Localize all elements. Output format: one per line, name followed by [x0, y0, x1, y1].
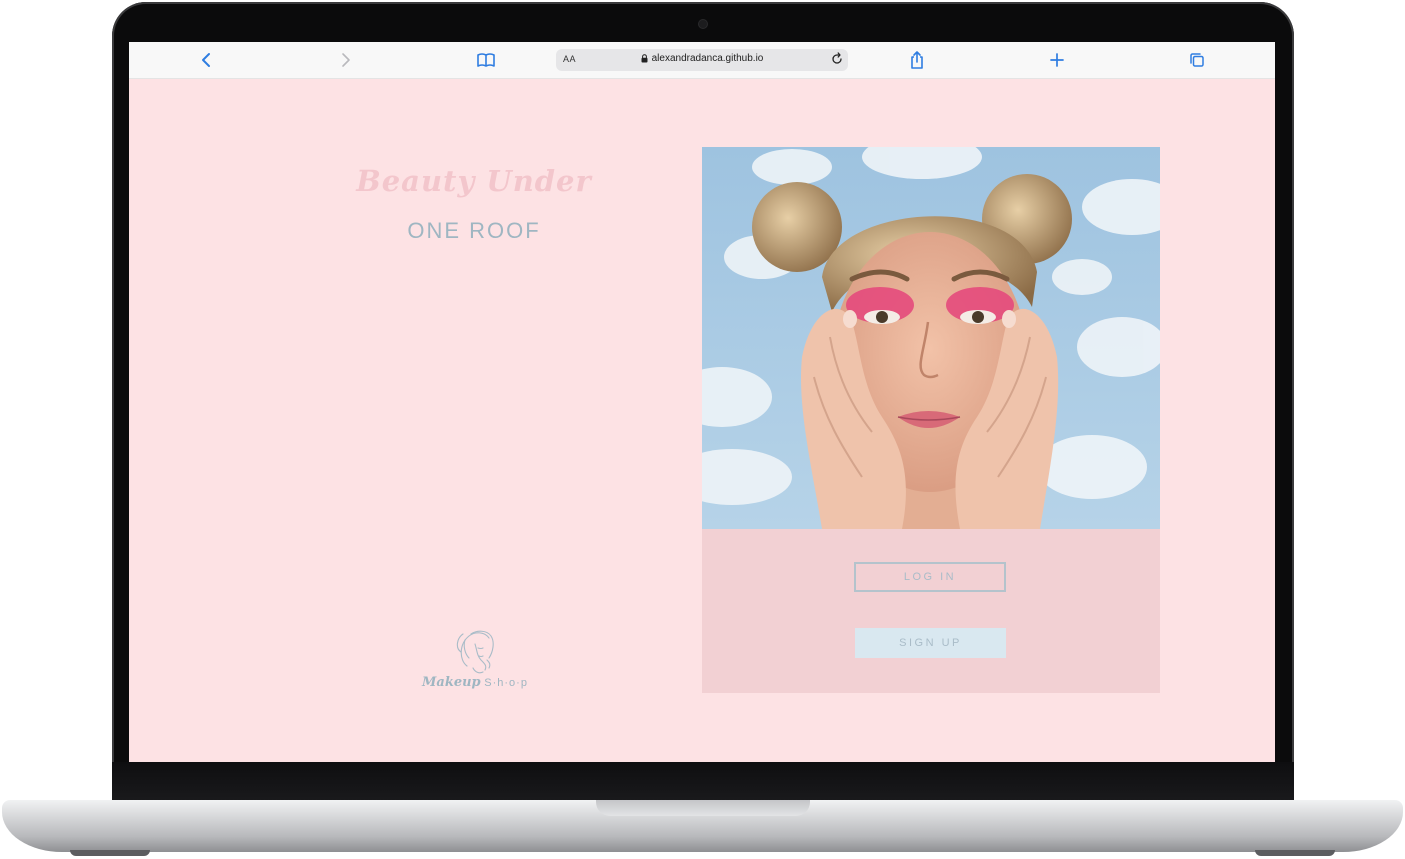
hero-subtitle: ONE ROOF	[407, 218, 541, 243]
url-text: alexandradanca.github.io	[651, 53, 764, 64]
tabs-overview-button[interactable]	[1185, 48, 1209, 72]
plus-icon	[1050, 53, 1064, 67]
bookmarks-button[interactable]	[474, 48, 498, 72]
logo-wordmark: Makeup S·h·o·p	[415, 674, 535, 690]
new-tab-button[interactable]	[1045, 48, 1069, 72]
hero-title: Beauty Under	[356, 164, 592, 198]
forward-button[interactable]	[334, 48, 358, 72]
model-portrait-image	[702, 147, 1160, 529]
signup-button[interactable]: SIGN UP	[855, 628, 1006, 658]
share-icon	[911, 51, 923, 69]
logo-word-shop: S·h·o·p	[484, 677, 528, 689]
lock-icon	[641, 54, 648, 63]
logo-word-makeup: Makeup	[422, 675, 481, 690]
share-button[interactable]	[905, 48, 929, 72]
book-icon	[477, 53, 495, 67]
auth-card: LOG IN SIGN UP	[702, 147, 1160, 693]
browser-toolbar: AA alexandradanca.github.io	[129, 42, 1275, 79]
hero-photo	[702, 147, 1160, 529]
url-display[interactable]: alexandradanca.github.io	[556, 53, 848, 64]
chevron-right-icon	[342, 53, 350, 67]
laptop-chin	[112, 762, 1294, 802]
makeup-shop-logo: Makeup S·h·o·p	[415, 626, 535, 696]
laptop-foot-right	[1255, 850, 1335, 856]
laptop-foot-left	[70, 850, 150, 856]
reload-icon[interactable]	[830, 52, 844, 66]
login-button[interactable]: LOG IN	[854, 562, 1006, 592]
browser-screen: AA alexandradanca.github.io Beauty Under…	[129, 42, 1275, 762]
back-button[interactable]	[194, 48, 218, 72]
camera-icon	[699, 20, 707, 28]
address-bar[interactable]: AA alexandradanca.github.io	[556, 49, 848, 71]
face-sketch-icon	[456, 630, 494, 674]
tabs-icon	[1190, 53, 1204, 67]
laptop-notch	[596, 800, 810, 816]
chevron-left-icon	[202, 53, 210, 67]
